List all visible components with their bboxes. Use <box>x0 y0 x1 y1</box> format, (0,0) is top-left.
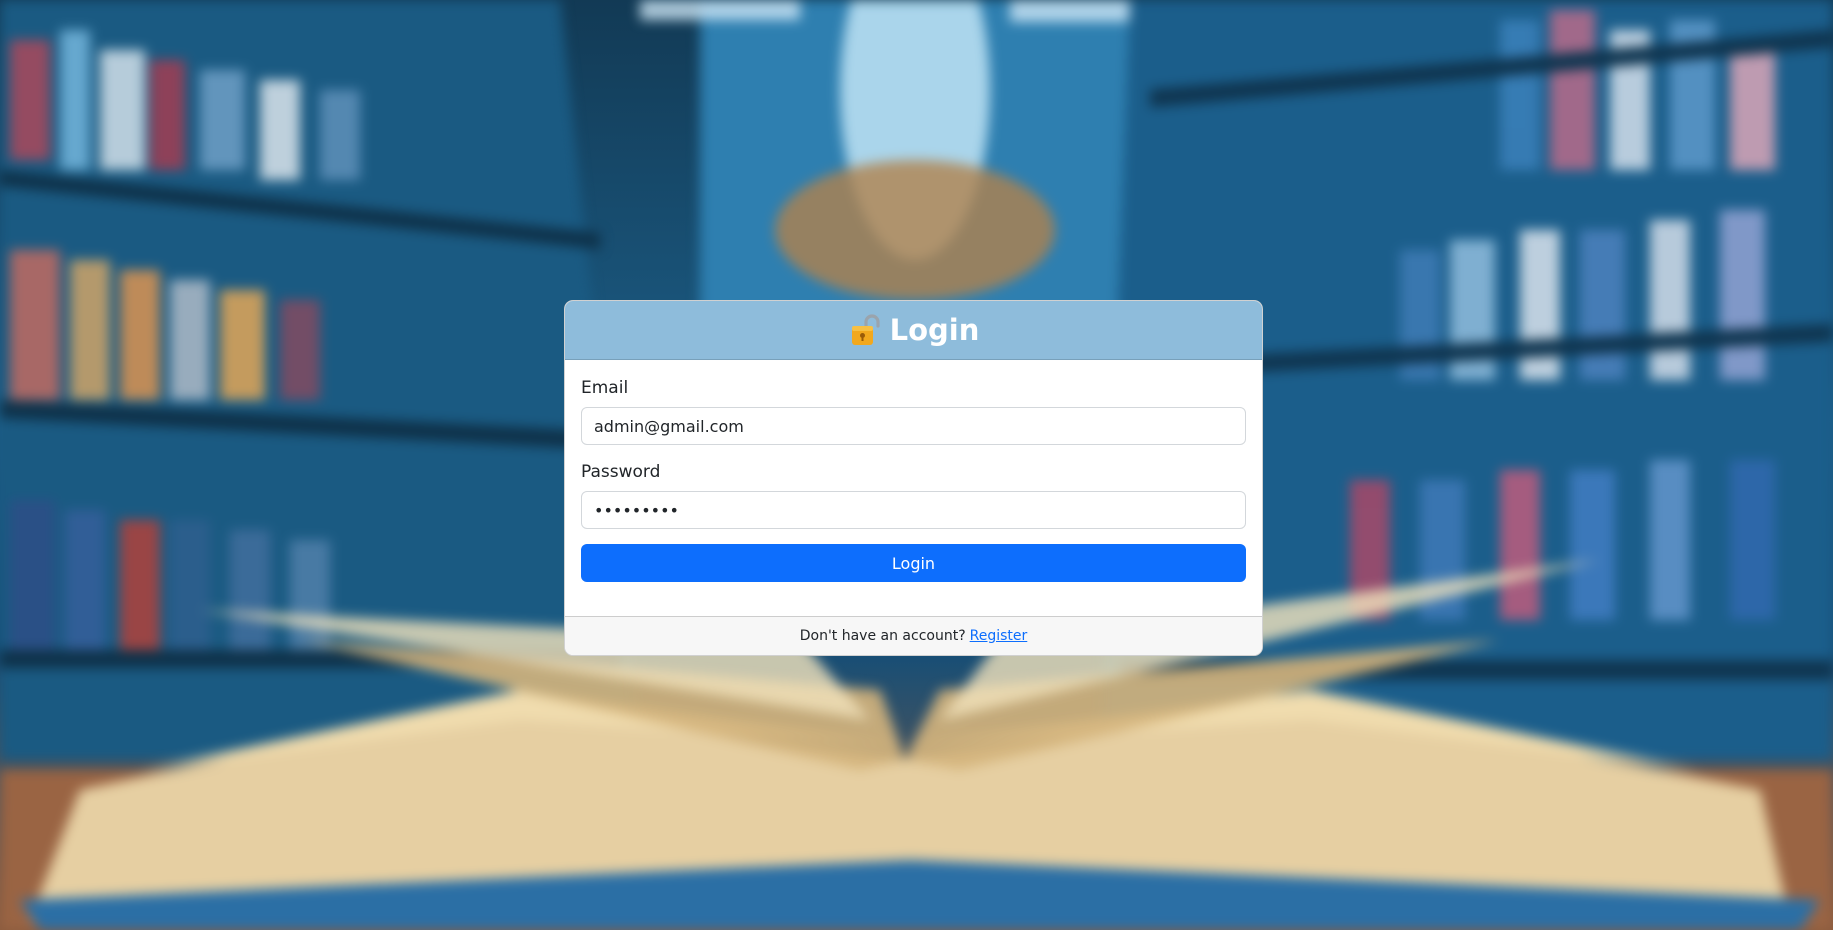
login-card: Login Email Password Login Don't have an… <box>564 300 1263 656</box>
register-link[interactable]: Register <box>970 628 1028 644</box>
email-label: Email <box>581 378 629 398</box>
email-field[interactable] <box>581 407 1246 445</box>
password-label: Password <box>581 462 661 482</box>
login-form: Email Password Login <box>565 360 1262 582</box>
login-button[interactable]: Login <box>581 544 1246 582</box>
login-card-footer: Don't have an account? Register <box>565 616 1262 655</box>
email-group: Email <box>581 378 1246 445</box>
login-card-header: Login <box>565 301 1262 360</box>
register-prompt: Don't have an account? <box>799 628 966 644</box>
lock-open-icon <box>848 313 882 347</box>
password-field[interactable] <box>581 491 1246 529</box>
password-group: Password <box>581 462 1246 529</box>
login-title: Login <box>889 313 980 347</box>
